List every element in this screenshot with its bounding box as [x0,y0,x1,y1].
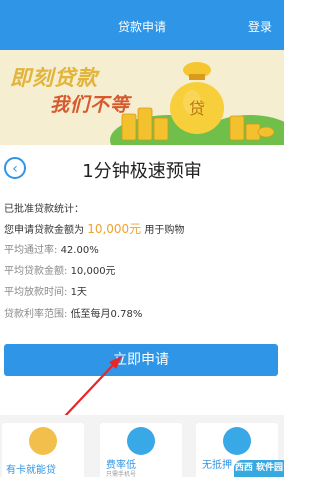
annotation-arrow-icon [48,356,122,434]
loan-application-screen: 贷款申请 登录 即刻贷款 我们不等 贷 ‹ 1分钟极速预审 已批准贷款统计： 您… [0,0,284,477]
feature-label-3: 无抵押 [202,460,232,471]
feature-card-1[interactable]: 有卡就能贷 [2,423,84,477]
feature-label-1: 有卡就能贷 [6,465,56,476]
site-watermark: 西西 软件园 [234,460,284,477]
thumbs-up-icon [127,427,155,455]
card-loan-icon [29,427,57,455]
feature-card-2[interactable]: 费率低 只需手机号 [100,423,182,477]
feature-sub-2: 只需手机号 [106,471,137,477]
shield-icon [223,427,251,455]
